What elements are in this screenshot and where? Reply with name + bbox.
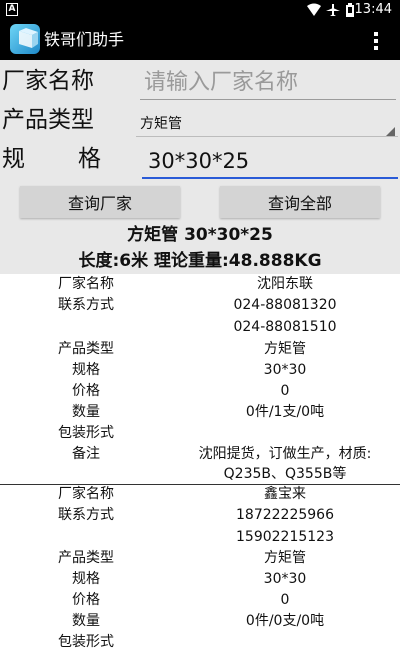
product-type-value: 方矩管 xyxy=(264,341,306,357)
spec-input[interactable] xyxy=(148,146,398,176)
phone-number[interactable]: 18722225966 xyxy=(170,505,400,526)
spec-label-1: 规 xyxy=(2,146,25,172)
field-label: 厂家名称 xyxy=(58,276,114,292)
list-item-row: 024-88081510 xyxy=(0,317,400,338)
field-label: 规格 xyxy=(72,571,100,587)
action-bar: 铁哥们助手 xyxy=(0,20,400,60)
field-label: 产品类型 xyxy=(58,550,114,566)
manufacturer-input[interactable] xyxy=(144,66,394,98)
battery-icon xyxy=(346,3,354,17)
product-type-select[interactable]: 方矩管 xyxy=(140,115,182,133)
spec-underline xyxy=(142,177,398,179)
product-type-label: 产品类型 xyxy=(2,107,94,133)
field-label: 价格 xyxy=(72,383,100,399)
phone-number[interactable]: 15902215123 xyxy=(170,527,400,548)
query-manufacturer-button[interactable]: 查询厂家 xyxy=(20,186,180,218)
more-vert-icon[interactable] xyxy=(372,30,380,50)
list-item-row: 数量 0件/1支/0吨 xyxy=(0,402,400,423)
list-item-row: 数量 0件/0支/0吨 xyxy=(0,611,400,632)
field-label: 产品类型 xyxy=(58,341,114,357)
status-clock: 13:44 xyxy=(354,2,392,17)
quantity-value: 0件/1支/0吨 xyxy=(245,404,325,420)
results-list[interactable]: 厂家名称 沈阳东联 联系方式 024-88081320 024-88081510… xyxy=(0,274,400,658)
list-item-row: 15902215123 xyxy=(0,527,400,548)
field-label: 数量 xyxy=(72,404,100,420)
status-bar: A 13:44 xyxy=(0,0,400,20)
manufacturer-name: 鑫宝来 xyxy=(264,486,306,502)
list-item-row: 备注 沈阳提货，订做生产，材质: xyxy=(0,444,400,465)
list-item-row: 价格 0 xyxy=(0,590,400,611)
list-item-row: Q235B、Q355B等 xyxy=(0,464,400,485)
spec-value: 30*30 xyxy=(263,571,307,587)
list-item-row: 联系方式 18722225966 xyxy=(0,505,400,526)
app-title: 铁哥们助手 xyxy=(44,30,125,49)
phone-number[interactable]: 024-88081320 xyxy=(170,295,400,316)
field-label: 厂家名称 xyxy=(58,486,114,502)
field-label: 包装形式 xyxy=(58,634,114,650)
wifi-icon xyxy=(307,3,321,16)
field-label: 数量 xyxy=(72,613,100,629)
list-item-row: 厂家名称 鑫宝来 xyxy=(0,484,400,505)
airplane-icon xyxy=(326,4,340,16)
notification-icon: A xyxy=(6,3,18,16)
field-label: 价格 xyxy=(72,592,100,608)
list-item-row: 厂家名称 沈阳东联 xyxy=(0,274,400,295)
manufacturer-underline xyxy=(140,99,396,100)
list-item-row: 规格 30*30 xyxy=(0,360,400,381)
product-summary-title: 方矩管 30*30*25 xyxy=(127,225,273,245)
price-value: 0 xyxy=(280,592,290,608)
spec-label-2: 格 xyxy=(78,146,101,172)
product-type-value: 方矩管 xyxy=(264,550,306,566)
list-item-row: 联系方式 024-88081320 xyxy=(0,295,400,316)
spec-value: 30*30 xyxy=(263,362,307,378)
list-item-row: 包装形式 xyxy=(0,423,400,444)
product-type-underline xyxy=(136,136,398,137)
note-value: Q235B、Q355B等 xyxy=(223,466,347,482)
query-all-button[interactable]: 查询全部 xyxy=(220,186,380,218)
field-label: 备注 xyxy=(72,446,100,462)
manufacturer-label: 厂家名称 xyxy=(2,68,94,94)
field-label: 联系方式 xyxy=(58,297,114,313)
product-summary-detail: 长度:6米 理论重量:48.888KG xyxy=(78,251,322,271)
note-value: 沈阳提货，订做生产，材质: xyxy=(198,446,372,462)
list-item-row: 价格 0 xyxy=(0,381,400,402)
list-item-row: 产品类型 方矩管 xyxy=(0,548,400,569)
field-label: 联系方式 xyxy=(58,507,114,523)
list-item-row: 包装形式 xyxy=(0,632,400,653)
list-item-row: 规格 30*30 xyxy=(0,569,400,590)
phone-number[interactable]: 024-88081510 xyxy=(170,317,400,338)
field-label: 规格 xyxy=(72,362,100,378)
field-label: 包装形式 xyxy=(58,425,114,441)
quantity-value: 0件/0支/0吨 xyxy=(245,613,325,629)
list-item-row: 产品类型 方矩管 xyxy=(0,339,400,360)
dropdown-arrow-icon[interactable] xyxy=(386,127,395,136)
price-value: 0 xyxy=(280,383,290,399)
manufacturer-name: 沈阳东联 xyxy=(257,276,313,292)
app-logo-icon xyxy=(10,24,40,54)
